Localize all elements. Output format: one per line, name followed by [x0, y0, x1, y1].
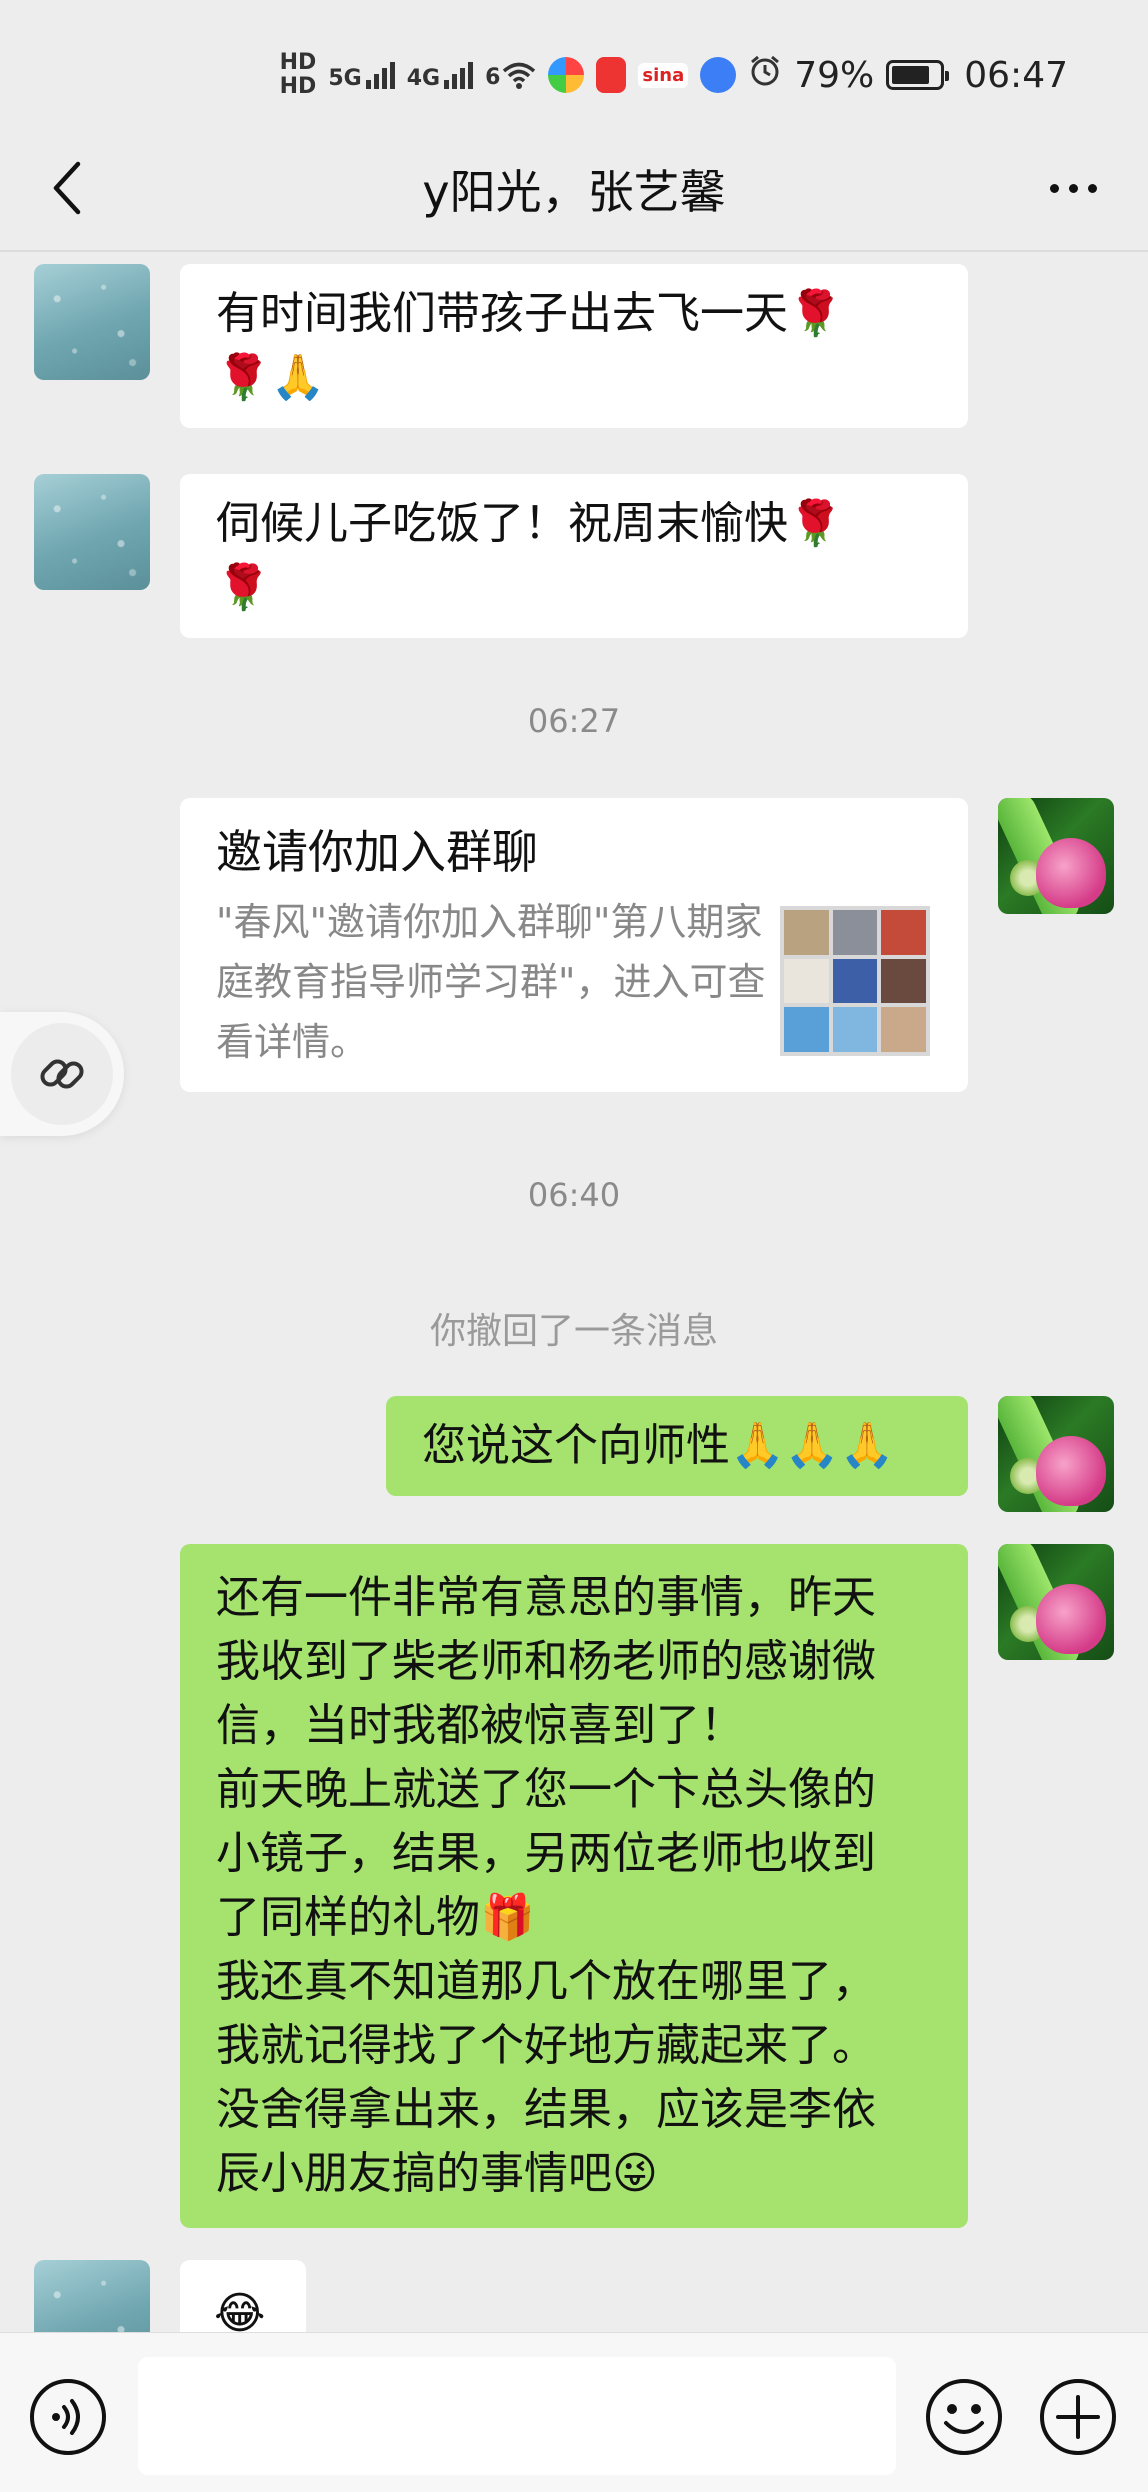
link-icon — [40, 1059, 84, 1089]
timestamp: 06:27 — [527, 702, 621, 740]
chat-header: y阳光，张艺馨 — [0, 130, 1148, 248]
back-button[interactable] — [36, 158, 96, 218]
thumb-cell — [832, 958, 878, 1004]
net-label-2: 4G — [406, 66, 441, 91]
app-icon-red — [596, 57, 627, 93]
hd-indicator: HD HD — [280, 52, 317, 98]
message-bubble[interactable]: 😂 — [180, 2260, 306, 2332]
avatar-self[interactable] — [998, 1544, 1114, 1660]
hd-label-1: HD — [279, 50, 317, 75]
avatar-other[interactable] — [34, 264, 150, 380]
voice-icon[interactable] — [28, 2377, 108, 2457]
status-bar: HD HD 5G 4G 6 sina 79% 06:47 — [0, 0, 1148, 150]
group-avatar-thumbnail — [780, 906, 930, 1056]
chat-title: y阳光，张艺馨 — [422, 165, 726, 219]
thumb-cell — [832, 1007, 878, 1052]
chevron-left-icon — [53, 161, 81, 215]
battery-fill — [892, 66, 929, 84]
message-list[interactable]: 有时间我们带孩子出去飞一天🌹 🌹🙏 伺候儿子吃饭了！祝周末愉快🌹 🌹 06:27… — [0, 252, 1148, 2332]
alarm-icon — [748, 54, 782, 97]
status-time: 06:47 — [964, 54, 1068, 96]
avatar-other[interactable] — [34, 2260, 150, 2332]
signal-5g-icon: 5G — [328, 60, 395, 91]
sina-icon: sina — [638, 62, 689, 88]
message-text: 有时间我们带孩子出去飞一天🌹 🌹🙏 — [216, 288, 843, 403]
battery-percent: 79% — [794, 54, 875, 96]
avatar-flower — [1036, 1436, 1106, 1506]
hd-label-2: HD — [279, 74, 317, 99]
avatar-flower — [1036, 838, 1106, 908]
recall-notice: 你撤回了一条消息 — [429, 1311, 718, 1352]
thumb-cell — [881, 958, 926, 1004]
message-text: 伺候儿子吃饭了！祝周末愉快🌹 🌹 — [216, 498, 843, 613]
thumb-cell — [784, 1007, 829, 1052]
avatar-other[interactable] — [34, 474, 150, 590]
more-dot — [1068, 183, 1078, 193]
net-label-3: 6 — [485, 65, 501, 90]
message-bubble[interactable]: 有时间我们带孩子出去飞一天🌹 🌹🙏 — [180, 264, 968, 428]
message-bubble-self[interactable]: 您说这个向师性🙏🙏🙏 — [386, 1396, 968, 1496]
group-invite-card[interactable]: 邀请你加入群聊 "春风"邀请你加入群聊"第八期家庭教育指导师学习群"，进入可查看… — [180, 798, 968, 1092]
wifi-icon: 6 — [485, 61, 536, 89]
floating-link-button[interactable] — [0, 1012, 124, 1136]
thumb-cell — [881, 1007, 926, 1052]
battery-icon — [886, 60, 950, 90]
input-bar — [0, 2332, 1148, 2492]
app-icon-blue — [700, 57, 737, 93]
emoji-icon[interactable] — [924, 2377, 1004, 2457]
avatar-flower — [1036, 1584, 1106, 1654]
thumb-cell — [784, 910, 829, 955]
invite-title: 邀请你加入群聊 — [216, 825, 538, 879]
signal-4g-icon: 4G — [406, 60, 474, 91]
thumb-cell — [784, 958, 829, 1004]
app-icon-colorful — [548, 57, 585, 93]
timestamp: 06:40 — [527, 1176, 621, 1214]
message-input[interactable] — [138, 2357, 896, 2475]
message-bubble-self[interactable]: 还有一件非常有意思的事情，昨天 我收到了柴老师和杨老师的感谢微 信，当时我都被惊… — [180, 1544, 968, 2228]
message-text: 您说这个向师性🙏🙏🙏 — [422, 1420, 895, 1471]
more-button[interactable] — [1038, 158, 1108, 218]
message-text: 😂 — [214, 2288, 266, 2332]
message-bubble[interactable]: 伺候儿子吃饭了！祝周末愉快🌹 🌹 — [180, 474, 968, 638]
message-text: 还有一件非常有意思的事情，昨天 我收到了柴老师和杨老师的感谢微 信，当时我都被惊… — [216, 1572, 876, 2199]
link-button-circle — [11, 1023, 113, 1125]
net-label-1: 5G — [328, 66, 362, 91]
invite-description: "春风"邀请你加入群聊"第八期家庭教育指导师学习群"，进入可查看详情。 — [216, 900, 766, 1064]
more-dots-icon — [1049, 183, 1059, 193]
thumb-cell — [881, 910, 926, 955]
plus-icon[interactable] — [1038, 2377, 1118, 2457]
avatar-self[interactable] — [998, 798, 1114, 914]
avatar-self[interactable] — [998, 1396, 1114, 1512]
more-dot — [1087, 183, 1097, 193]
thumb-cell — [832, 910, 878, 955]
